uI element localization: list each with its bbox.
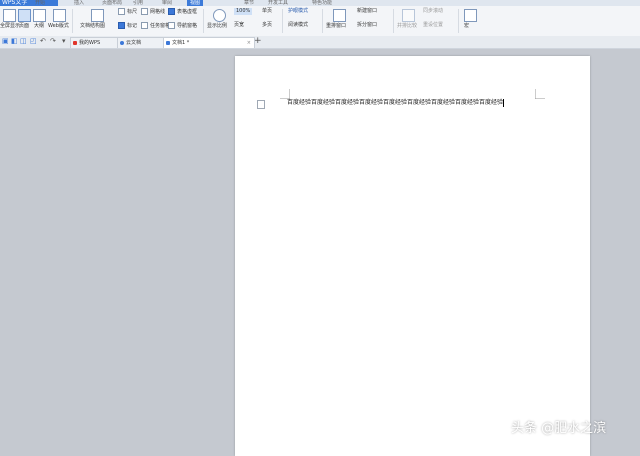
tab-label: 云文档 — [126, 40, 142, 46]
web-layout-button[interactable]: Web版式 — [48, 23, 69, 30]
task-pane-label: 任务窗格 — [150, 23, 171, 29]
wps-logo-icon — [73, 41, 77, 45]
page-width-button[interactable]: 页宽 — [234, 22, 244, 29]
divider — [393, 9, 394, 33]
mark-checkbox[interactable]: 标记 — [118, 22, 137, 30]
side-by-side-button[interactable]: 并排比较 — [397, 23, 417, 30]
mark-label: 标记 — [127, 23, 138, 29]
gridline-checkbox[interactable]: 网格线 — [141, 8, 165, 16]
text-cursor — [503, 99, 505, 107]
split-window-button[interactable]: 拆分窗口 — [357, 22, 377, 29]
redo-icon[interactable]: ↷ — [50, 38, 56, 45]
checkbox-icon — [118, 8, 125, 15]
document-text-line[interactable]: 百度经验百度经验百度经验百度经验百度经验百度经验百度经验百度经验百度经验 — [287, 99, 505, 107]
sync-scroll-button[interactable]: 同步滚动 — [423, 8, 443, 15]
reset-position-button[interactable]: 重设位置 — [423, 22, 443, 29]
page-view-button[interactable]: 页面 — [19, 23, 29, 30]
side-by-side-icon[interactable] — [402, 9, 415, 22]
zoom-button[interactable]: 显示比例 — [207, 23, 227, 30]
tab-cloud-docs[interactable]: 云文档 — [117, 37, 167, 48]
table-grid-label: 表格虚框 — [177, 9, 198, 15]
gridline-label: 网格线 — [150, 9, 166, 15]
tab-my-wps[interactable]: 我的WPS — [70, 37, 124, 48]
paragraph-handle-icon[interactable] — [257, 100, 265, 109]
web-layout-icon[interactable] — [53, 9, 66, 22]
nav-pane-checkbox[interactable]: 导航窗格 — [168, 22, 197, 30]
divider — [458, 9, 459, 33]
doc-map-button[interactable]: 文档结构图 — [80, 23, 105, 30]
divider — [282, 9, 283, 33]
checkbox-icon — [141, 22, 148, 29]
read-mode-button[interactable]: 阅读模式 — [288, 22, 308, 29]
dropdown-icon[interactable]: ▾ — [62, 38, 68, 45]
undo-icon[interactable]: ↶ — [40, 38, 46, 45]
zoom-value[interactable]: 100% — [234, 8, 253, 15]
divider — [203, 9, 204, 33]
rearrange-button[interactable]: 重排窗口 — [326, 23, 346, 30]
new-window-button[interactable]: 新建窗口 — [357, 8, 377, 15]
outline-icon[interactable] — [33, 9, 46, 22]
ribbon: 全屏显示 页面 大纲 Web版式 文档结构图 标尺 网格线 表格虚框 标记 任务… — [0, 6, 640, 37]
watermark: 头条 @肥水之滨 — [511, 421, 607, 436]
preview-icon[interactable]: ◰ — [30, 38, 37, 45]
save-icon[interactable]: ▣ — [2, 38, 9, 45]
new-tab-icon[interactable]: + — [254, 37, 262, 46]
single-page-button[interactable]: 单页 — [262, 8, 272, 15]
checkbox-icon — [168, 8, 175, 15]
divider — [322, 9, 323, 33]
open-icon[interactable]: ◧ — [11, 38, 18, 45]
ruler-checkbox[interactable]: 标尺 — [118, 8, 137, 16]
doc-map-icon[interactable] — [91, 9, 104, 22]
document-text: 百度经验百度经验百度经验百度经验百度经验百度经验百度经验百度经验百度经验 — [287, 99, 504, 106]
multi-page-button[interactable]: 多页 — [262, 22, 272, 29]
macro-button[interactable]: 宏 — [464, 23, 469, 30]
outline-button[interactable]: 大纲 — [34, 23, 44, 30]
print-icon[interactable]: ◫ — [20, 38, 27, 45]
full-screen-button[interactable]: 全屏显示 — [0, 23, 20, 30]
divider — [72, 9, 73, 33]
full-screen-icon[interactable] — [3, 9, 16, 22]
document-page[interactable] — [235, 56, 590, 456]
crop-mark-top-left — [280, 89, 290, 99]
tab-label: 我的WPS — [79, 40, 101, 46]
eye-mode-button[interactable]: 护眼模式 — [288, 8, 308, 15]
checkbox-icon — [118, 22, 125, 29]
document-tabs-bar: ▣ ◧ ◫ ◰ ↶ ↷ ▾ 我的WPS 云文档 文档1 * × + — [0, 36, 640, 49]
task-pane-checkbox[interactable]: 任务窗格 — [141, 22, 170, 30]
checkbox-icon — [141, 8, 148, 15]
rearrange-icon[interactable] — [333, 9, 346, 22]
tab-label: 文档1 * — [172, 40, 190, 46]
cloud-icon — [120, 41, 124, 45]
crop-mark-top-right — [535, 89, 545, 99]
macro-icon[interactable] — [464, 9, 477, 22]
tab-document1[interactable]: 文档1 * × — [163, 37, 255, 48]
checkbox-icon — [168, 22, 175, 29]
ruler-label: 标尺 — [127, 9, 138, 15]
document-icon — [166, 41, 170, 45]
close-tab-icon[interactable]: × — [247, 38, 251, 48]
page-view-icon[interactable] — [18, 9, 31, 22]
nav-pane-label: 导航窗格 — [177, 23, 198, 29]
zoom-icon[interactable] — [213, 9, 226, 22]
table-grid-checkbox[interactable]: 表格虚框 — [168, 8, 197, 16]
